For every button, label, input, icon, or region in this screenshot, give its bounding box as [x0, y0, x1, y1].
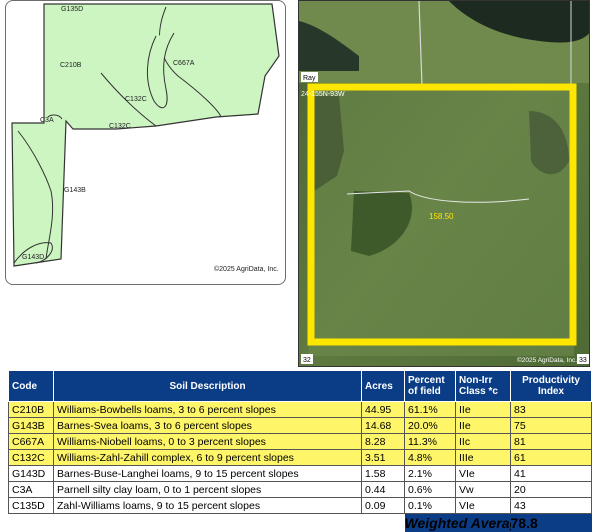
- cell-productivity: 20: [510, 481, 592, 498]
- cell-description: Barnes-Buse-Langhei loams, 9 to 15 perce…: [53, 465, 362, 482]
- cell-acres: 8.28: [361, 433, 405, 450]
- soil-map-panel: G135D C210B C667A C132C C132C C3A G143B …: [5, 0, 286, 285]
- cell-code: C135D: [8, 497, 54, 514]
- cell-class: IIe: [455, 417, 511, 434]
- cell-code: C132C: [8, 449, 54, 466]
- cell-description: Zahl-Williams loams, 9 to 15 percent slo…: [53, 497, 362, 514]
- cell-acres: 14.68: [361, 417, 405, 434]
- table-row: C667A Williams-Niobell loams, 0 to 3 perc…: [8, 433, 592, 450]
- cell-productivity: 83: [510, 401, 592, 418]
- section-label-top: 24-155N-93W: [301, 91, 345, 98]
- cell-code: C210B: [8, 401, 54, 418]
- cell-class: IIIe: [455, 449, 511, 466]
- weighted-average-row: Weighted Average 78.8: [8, 513, 592, 532]
- cell-acres: 0.09: [361, 497, 405, 514]
- cell-percent: 0.6%: [404, 481, 456, 498]
- header-percent: Percent of field: [404, 370, 456, 402]
- header-code: Code: [8, 370, 54, 402]
- cell-description: Williams-Zahl-Zahill complex, 6 to 9 per…: [53, 449, 362, 466]
- map-label-c3a: C3A: [40, 117, 54, 124]
- map-label-c132c-lower: C132C: [109, 123, 131, 130]
- cell-description: Williams-Bowbells loams, 3 to 6 percent …: [53, 401, 362, 418]
- table-row: C210B Williams-Bowbells loams, 3 to 6 per…: [8, 401, 592, 418]
- cell-productivity: 43: [510, 497, 592, 514]
- cell-description: Barnes-Svea loams, 3 to 6 percent slopes: [53, 417, 362, 434]
- cell-percent: 4.8%: [404, 449, 456, 466]
- table-row: C132C Williams-Zahl-Zahill complex, 6 to …: [8, 449, 592, 466]
- map-copyright: ©2025 AgriData, Inc.: [214, 265, 279, 273]
- cell-percent: 2.1%: [404, 465, 456, 482]
- road-label: Ray: [303, 75, 316, 82]
- weighted-average-label: Weighted Average: [404, 513, 511, 532]
- map-label-c210b: C210B: [60, 62, 82, 69]
- cell-productivity: 61: [510, 449, 592, 466]
- cell-percent: 61.1%: [404, 401, 456, 418]
- cell-description: Williams-Niobell loams, 0 to 3 percent s…: [53, 433, 362, 450]
- cell-description: Parnell silty clay loam, 0 to 1 percent …: [53, 481, 362, 498]
- cell-productivity: 75: [510, 417, 592, 434]
- map-label-g143b: G143B: [64, 187, 86, 194]
- table-row: C135D Zahl-Williams loams, 9 to 15 percen…: [8, 497, 592, 514]
- cell-class: VIe: [455, 497, 511, 514]
- cell-class: Vw: [455, 481, 511, 498]
- map-label-g135d: G135D: [61, 6, 83, 13]
- map-label-c667a: C667A: [173, 60, 195, 67]
- aerial-image: Ray 24-155N-93W 158.50 32 33 ©2025 AgriD…: [299, 1, 589, 366]
- cell-acres: 1.58: [361, 465, 405, 482]
- soil-map: G135D C210B C667A C132C C132C C3A G143B …: [11, 3, 280, 273]
- cell-acres: 3.51: [361, 449, 405, 466]
- aerial-copyright: ©2025 AgriData, Inc.: [517, 356, 577, 364]
- cell-code: G143D: [8, 465, 54, 482]
- cell-code: G143B: [8, 417, 54, 434]
- cell-percent: 0.1%: [404, 497, 456, 514]
- cell-percent: 20.0%: [404, 417, 456, 434]
- acres-label: 158.50: [429, 212, 454, 221]
- map-label-g143d: G143D: [22, 254, 44, 261]
- cell-code: C3A: [8, 481, 54, 498]
- cropland-area: [309, 86, 574, 356]
- table-row: G143B Barnes-Svea loams, 3 to 6 percent s…: [8, 417, 592, 434]
- soil-table-body: C210B Williams-Bowbells loams, 3 to 6 per…: [8, 401, 592, 514]
- header-acres: Acres: [361, 370, 405, 402]
- table-row: G143D Barnes-Buse-Langhei loams, 9 to 15 …: [8, 465, 592, 482]
- weighted-average-value: 78.8: [510, 513, 592, 532]
- cell-class: IIe: [455, 401, 511, 418]
- soil-table: Code Soil Description Acres Percent of f…: [8, 370, 592, 532]
- soil-field-outline: [11, 3, 280, 267]
- cell-class: VIe: [455, 465, 511, 482]
- header-description: Soil Description: [53, 370, 362, 402]
- cell-acres: 0.44: [361, 481, 405, 498]
- aerial-image-panel: Ray 24-155N-93W 158.50 32 33 ©2025 AgriD…: [298, 0, 590, 367]
- cell-productivity: 41: [510, 465, 592, 482]
- cell-code: C667A: [8, 433, 54, 450]
- table-row: C3A Parnell silty clay loam, 0 to 1 perce…: [8, 481, 592, 498]
- header-productivity: Productivity Index: [510, 370, 592, 402]
- cell-class: IIc: [455, 433, 511, 450]
- map-label-c132c: C132C: [125, 96, 147, 103]
- header-class: Non-Irr Class *c: [455, 370, 511, 402]
- cell-productivity: 81: [510, 433, 592, 450]
- weighted-average-spacer: [8, 513, 405, 532]
- table-header-row: Code Soil Description Acres Percent of f…: [8, 370, 592, 402]
- section-label-bottom: 32: [303, 357, 311, 364]
- cell-acres: 44.95: [361, 401, 405, 418]
- cell-percent: 11.3%: [404, 433, 456, 450]
- section-label-bottom-right: 33: [579, 357, 587, 364]
